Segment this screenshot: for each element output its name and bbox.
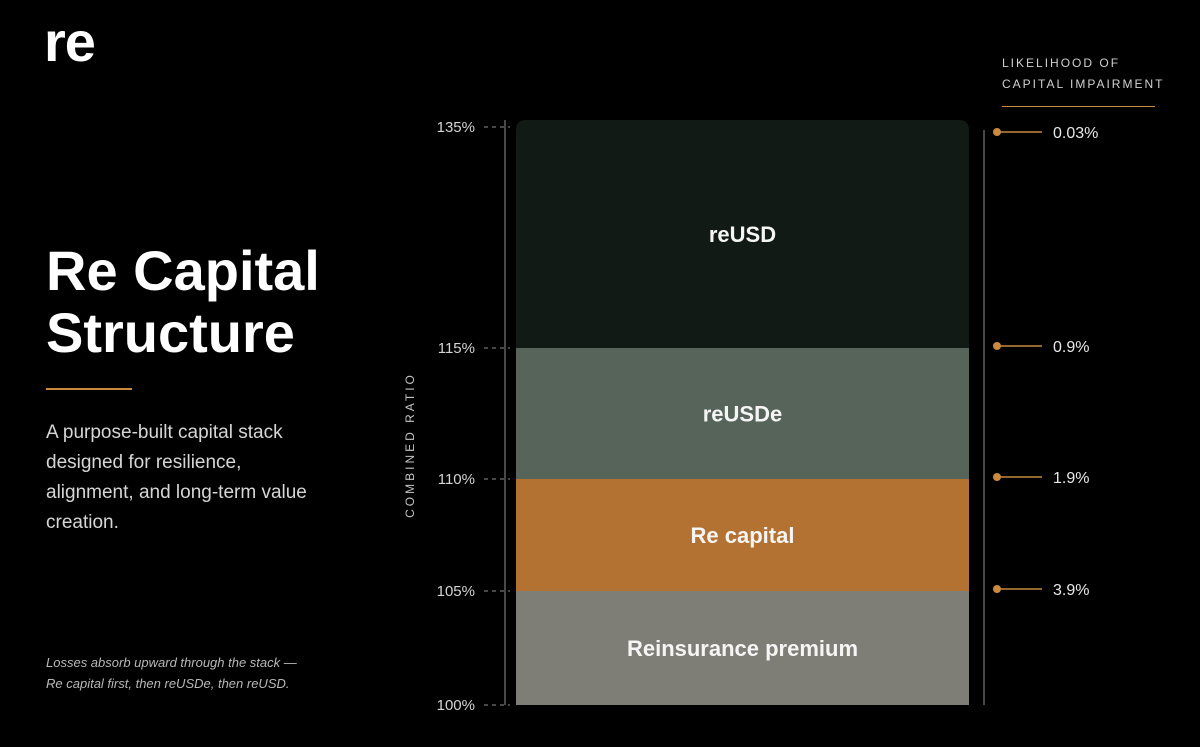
y-tick-label-100: 100% xyxy=(437,697,475,714)
segment-label-reinsurance-premium: Reinsurance premium xyxy=(627,636,858,661)
impairment-label-0-9: 0.9% xyxy=(1053,339,1089,356)
impairment-marker-0-03 xyxy=(993,128,1001,136)
impairment-label-0-03: 0.03% xyxy=(1053,125,1098,142)
y-tick-label-105: 105% xyxy=(437,583,475,600)
segment-label-reusde: reUSDe xyxy=(703,402,782,427)
segment-label-re-capital: Re capital xyxy=(691,523,795,548)
capital-stack-chart: 100% 105% 110% 115% 135% Reinsurance premium R… xyxy=(437,119,1099,714)
impairment-label-1-9: 1.9% xyxy=(1053,470,1089,487)
impairment-marker-1-9 xyxy=(993,473,1001,481)
y-tick-label-115: 115% xyxy=(438,340,475,357)
impairment-marker-3-9 xyxy=(993,585,1001,593)
segment-label-reusd: reUSD xyxy=(709,222,776,247)
y-tick-label-135: 135% xyxy=(437,119,475,136)
impairment-label-3-9: 3.9% xyxy=(1053,582,1089,599)
y-tick-label-110: 110% xyxy=(438,471,475,488)
impairment-marker-0-9 xyxy=(993,342,1001,350)
